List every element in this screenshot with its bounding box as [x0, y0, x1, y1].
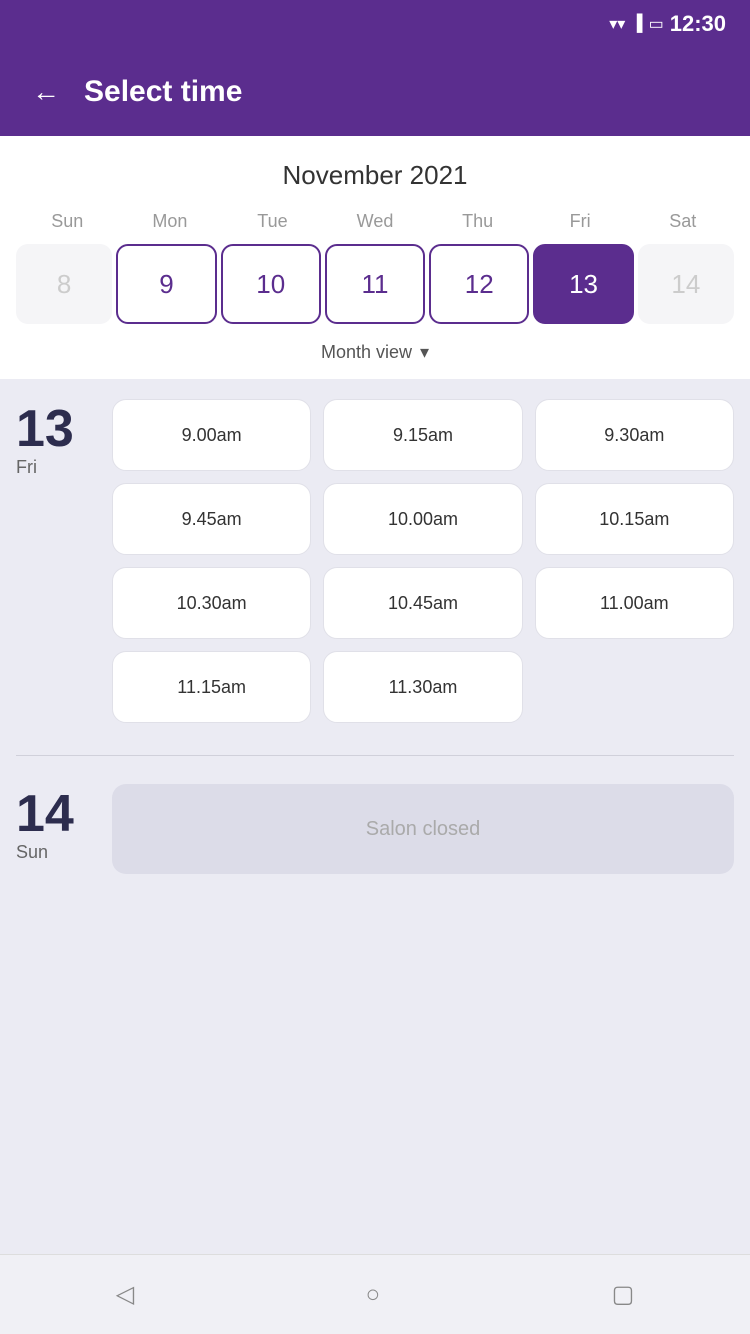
time-slot-1100am[interactable]: 11.00am	[535, 567, 734, 639]
nav-back-button[interactable]: ◁	[116, 1280, 134, 1309]
weekday-fri: Fri	[529, 211, 632, 232]
date-9[interactable]: 9	[116, 244, 216, 324]
month-year-label: November 2021	[16, 160, 734, 191]
time-slot-900am[interactable]: 9.00am	[112, 399, 311, 471]
back-button[interactable]: ←	[32, 76, 60, 108]
time-slot-945am[interactable]: 9.45am	[112, 483, 311, 555]
day-14-number: 14	[16, 788, 74, 840]
date-12[interactable]: 12	[429, 244, 529, 324]
time-slot-1030am[interactable]: 10.30am	[112, 567, 311, 639]
time-slot-1000am[interactable]: 10.00am	[323, 483, 522, 555]
navigation-bar: ◁ ○ ▢	[0, 1254, 750, 1334]
nav-home-button[interactable]: ○	[366, 1281, 381, 1309]
date-8[interactable]: 8	[16, 244, 112, 324]
day-14-name: Sun	[16, 842, 48, 863]
time-slot-1115am[interactable]: 11.15am	[112, 651, 311, 723]
day-13-number: 13	[16, 403, 74, 455]
time-slot-1045am[interactable]: 10.45am	[323, 567, 522, 639]
calendar-section: November 2021 Sun Mon Tue Wed Thu Fri Sa…	[0, 136, 750, 379]
time-slots-section: 13 Fri 9.00am 9.15am 9.30am 9.45am 10.00…	[0, 379, 750, 1254]
page-title: Select time	[84, 75, 242, 109]
salon-closed-message: Salon closed	[112, 784, 734, 874]
day-13-block: 13 Fri 9.00am 9.15am 9.30am 9.45am 10.00…	[16, 399, 734, 723]
status-bar: ▾▾ ▐ ▭ 12:30	[0, 0, 750, 48]
status-time: 12:30	[670, 11, 726, 37]
day-14-block: 14 Sun Salon closed	[16, 784, 734, 874]
date-11[interactable]: 11	[325, 244, 425, 324]
app-header: ← Select time	[0, 48, 750, 136]
time-slot-1130am[interactable]: 11.30am	[323, 651, 522, 723]
weekday-mon: Mon	[119, 211, 222, 232]
wifi-icon: ▾▾	[609, 14, 625, 34]
weekday-sat: Sat	[631, 211, 734, 232]
chevron-down-icon: ▾	[420, 342, 429, 363]
status-icons: ▾▾ ▐ ▭ 12:30	[609, 11, 726, 37]
day-13-label: 13 Fri	[16, 399, 96, 723]
date-14[interactable]: 14	[638, 244, 734, 324]
day-14-label: 14 Sun	[16, 784, 96, 874]
time-slot-915am[interactable]: 9.15am	[323, 399, 522, 471]
weekday-thu: Thu	[426, 211, 529, 232]
weekday-wed: Wed	[324, 211, 427, 232]
day-13-time-grid: 9.00am 9.15am 9.30am 9.45am 10.00am 10.1…	[112, 399, 734, 723]
weekday-sun: Sun	[16, 211, 119, 232]
signal-icon: ▐	[631, 15, 642, 33]
battery-icon: ▭	[649, 14, 664, 34]
nav-apps-button[interactable]: ▢	[612, 1280, 635, 1309]
time-slot-930am[interactable]: 9.30am	[535, 399, 734, 471]
date-10[interactable]: 10	[221, 244, 321, 324]
section-divider	[16, 755, 734, 756]
day-13-name: Fri	[16, 457, 37, 478]
date-13[interactable]: 13	[533, 244, 633, 324]
month-view-toggle[interactable]: Month view ▾	[16, 342, 734, 363]
month-view-label: Month view	[321, 342, 412, 363]
week-dates-row: 8 9 10 11 12 13 14	[16, 244, 734, 324]
weekdays-row: Sun Mon Tue Wed Thu Fri Sat	[16, 211, 734, 232]
weekday-tue: Tue	[221, 211, 324, 232]
time-slot-1015am[interactable]: 10.15am	[535, 483, 734, 555]
